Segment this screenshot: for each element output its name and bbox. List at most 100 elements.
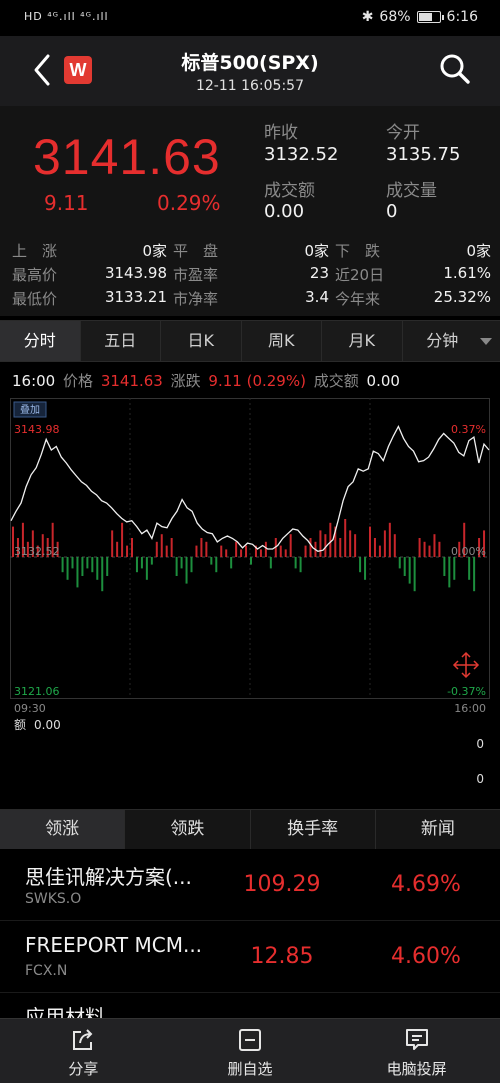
volume-bar bbox=[195, 545, 198, 557]
share-icon bbox=[73, 1029, 93, 1050]
tab-minute[interactable]: 分钟 bbox=[403, 321, 500, 361]
share-button[interactable]: 分享 bbox=[0, 1019, 167, 1083]
volume-bar bbox=[403, 557, 406, 576]
volume-bar bbox=[245, 545, 248, 557]
cast-to-pc-label: 电脑投屏 bbox=[386, 1060, 447, 1078]
decliners-label: 下 跌 bbox=[335, 242, 381, 260]
volume-bar bbox=[264, 541, 267, 557]
turnover-label: 成交额 bbox=[264, 181, 315, 201]
volume-bar bbox=[220, 545, 223, 557]
tab-intraday[interactable]: 分时 bbox=[0, 321, 81, 361]
page-title: 标普500(SPX) bbox=[181, 52, 319, 74]
open-value: 3135.75 bbox=[386, 144, 461, 165]
high-value: 3143.98 bbox=[104, 264, 167, 282]
cursor-change-label: 涨跌 bbox=[170, 372, 201, 390]
volume-bar bbox=[359, 557, 362, 573]
price-change-percent: 0.29% bbox=[157, 191, 221, 215]
unchanged-label: 平 盘 bbox=[173, 242, 219, 260]
volume-bar bbox=[140, 557, 143, 569]
volume-bar bbox=[339, 538, 342, 557]
volume-bar bbox=[418, 538, 421, 557]
caret-down-icon bbox=[480, 338, 492, 345]
status-right: ✱ 68% 6:16 bbox=[362, 9, 478, 25]
chart-period-tabs: 分时 五日 日K 周K 月K 分钟 bbox=[0, 320, 500, 362]
ytd-value: 25.32% bbox=[433, 288, 491, 306]
amount-value: 0.00 bbox=[34, 718, 61, 732]
volume-bar bbox=[378, 545, 381, 557]
volume-bar bbox=[284, 549, 287, 557]
cursor-turnover: 0.00 bbox=[366, 372, 400, 390]
stock-price: 12.85 bbox=[250, 944, 314, 969]
stats-row-breadth: 上 涨 0家 平 盘 0家 下 跌 0家 bbox=[0, 240, 500, 264]
volume-bar bbox=[304, 545, 307, 557]
volume-bar bbox=[106, 557, 109, 576]
volume-bar bbox=[205, 541, 208, 557]
x-start-label: 09:30 bbox=[14, 702, 46, 715]
ytd-label: 今年来 bbox=[335, 290, 381, 308]
remove-watchlist-label: 删自选 bbox=[227, 1060, 273, 1078]
prev-close-label: 昨收 bbox=[264, 123, 298, 143]
remove-watchlist-button[interactable]: 删自选 bbox=[167, 1019, 334, 1083]
tab-news[interactable]: 新闻 bbox=[375, 809, 500, 849]
cast-to-pc-button[interactable]: 电脑投屏 bbox=[333, 1019, 500, 1083]
stock-change-pct: 4.60% bbox=[391, 944, 461, 969]
unchanged-value: 0家 bbox=[304, 242, 329, 260]
cursor-price: 3141.63 bbox=[100, 372, 163, 390]
stock-change-pct: 4.69% bbox=[391, 872, 461, 897]
volume-bar bbox=[398, 557, 401, 569]
header: W 标普500(SPX) 12-11 16:05:57 bbox=[0, 36, 500, 106]
volume-bar bbox=[150, 557, 153, 565]
volume-bar bbox=[473, 557, 476, 592]
volume-bar bbox=[190, 557, 193, 573]
volume-bar bbox=[259, 549, 262, 557]
page-timestamp: 12-11 16:05:57 bbox=[195, 78, 304, 94]
tab-top-gainers[interactable]: 领涨 bbox=[0, 809, 126, 849]
bluetooth-icon: ✱ bbox=[361, 9, 374, 25]
tab-minute-label: 分钟 bbox=[426, 331, 459, 350]
low-label: 最低价 bbox=[12, 290, 58, 308]
volume-bar bbox=[61, 557, 64, 573]
volume-bar bbox=[116, 541, 119, 557]
volume-bar bbox=[388, 522, 391, 557]
volume-bar bbox=[101, 557, 104, 592]
tab-weekly-k[interactable]: 周K bbox=[242, 321, 322, 361]
tab-turnover-rate[interactable]: 换手率 bbox=[250, 809, 376, 849]
volume-bar bbox=[81, 557, 84, 576]
overlay-badge-label: 叠加 bbox=[20, 404, 40, 416]
y-bottom-label: 3121.06 bbox=[14, 685, 60, 698]
list-item[interactable]: 思佳讯解决方案(... SWKS.O 109.29 4.69% bbox=[0, 849, 500, 921]
low-value: 3133.21 bbox=[104, 288, 167, 306]
search-button[interactable] bbox=[438, 52, 472, 86]
stock-name: FREEPORT MCM... bbox=[25, 933, 203, 957]
quote-panel: 3141.63 9.11 0.29% 昨收 3132.52 今开 3135.75… bbox=[0, 106, 500, 316]
battery-percent: 68% bbox=[379, 9, 411, 25]
volume-bar bbox=[215, 557, 218, 573]
tab-top-losers[interactable]: 领跌 bbox=[125, 809, 251, 849]
prev-close-value: 3132.52 bbox=[264, 144, 339, 165]
volume-bar bbox=[364, 557, 367, 580]
intraday-chart[interactable]: 叠加 3143.98 3132.52 3121.06 0.37% 0.00% -… bbox=[10, 398, 490, 808]
price-change: 9.11 bbox=[44, 191, 89, 215]
list-item[interactable]: FREEPORT MCM... FCX.N 12.85 4.60% bbox=[0, 921, 500, 993]
volume-bar bbox=[66, 557, 69, 580]
volume-bar bbox=[86, 557, 89, 569]
volume-bar bbox=[468, 557, 471, 580]
tab-5day[interactable]: 五日 bbox=[81, 321, 161, 361]
cursor-time: 16:00 bbox=[12, 372, 56, 390]
volume-bar bbox=[453, 557, 456, 580]
pct-top-label: 0.37% bbox=[451, 423, 486, 436]
volume-bar bbox=[96, 557, 99, 580]
tab-monthly-k[interactable]: 月K bbox=[322, 321, 403, 361]
volume-bar bbox=[354, 534, 357, 557]
volume-bar bbox=[344, 519, 347, 557]
x-end-label: 16:00 bbox=[454, 702, 486, 715]
cursor-price-label: 价格 bbox=[63, 372, 94, 390]
volume-bar bbox=[408, 557, 411, 584]
screen-cast-icon bbox=[405, 1029, 428, 1050]
stock-code: FCX.N bbox=[25, 963, 68, 979]
volume-bar bbox=[240, 549, 243, 557]
volume-bar bbox=[145, 557, 148, 580]
tab-daily-k[interactable]: 日K bbox=[161, 321, 242, 361]
volume-bar bbox=[76, 557, 79, 588]
amount-axis-top: 0 bbox=[476, 737, 484, 751]
